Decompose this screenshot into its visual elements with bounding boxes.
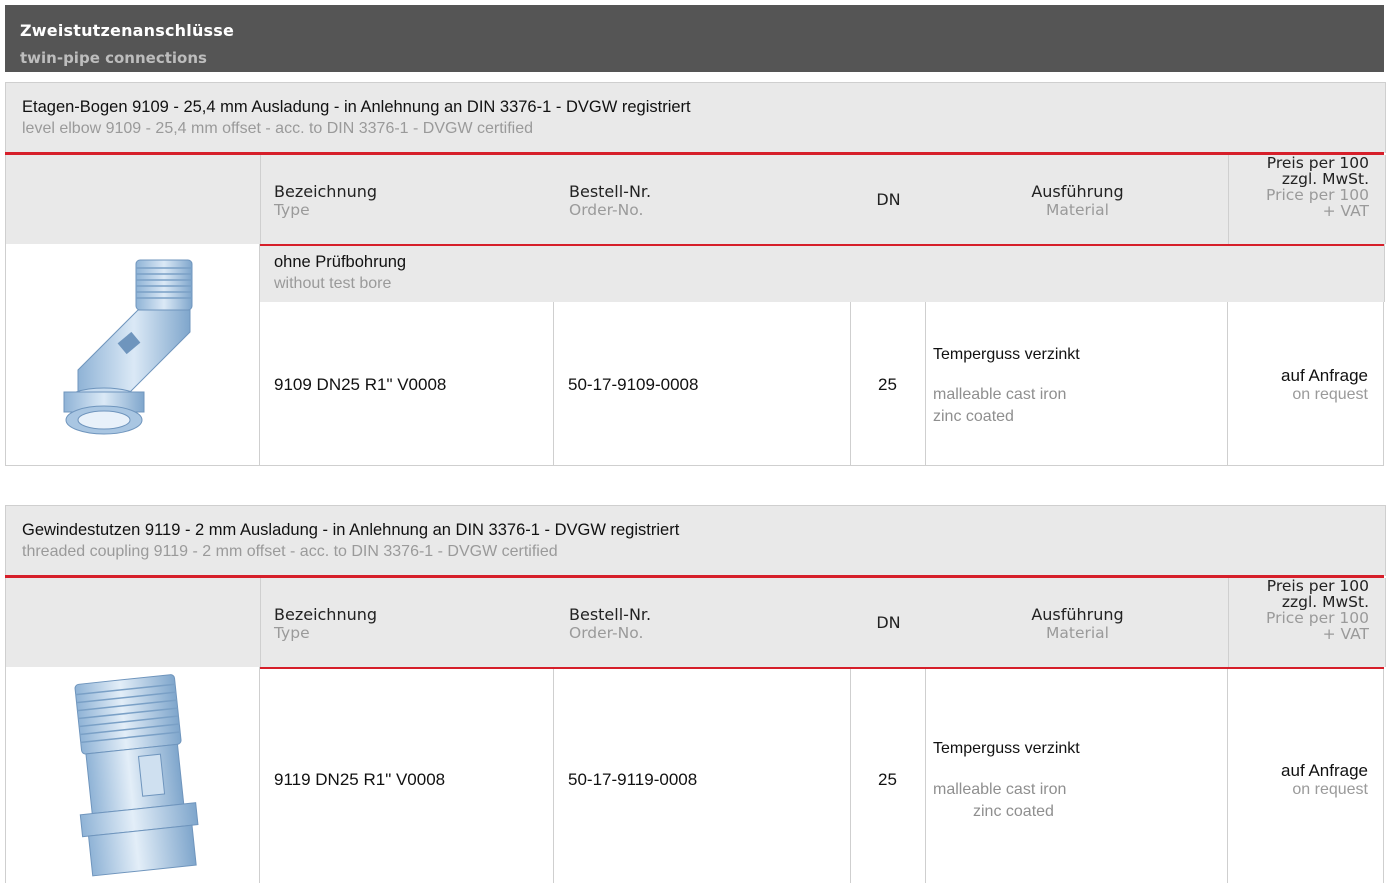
section-title-de: Etagen-Bogen 9109 - 25,4 mm Ausladung - … xyxy=(22,98,691,116)
divider xyxy=(553,302,554,466)
page-title: Zweistutzenanschlüsse xyxy=(20,21,235,40)
threaded-coupling-fitting-icon xyxy=(74,674,199,877)
col-order-no: Bestell-Nr. Order-No. xyxy=(569,605,652,642)
col-material: Ausführung Material xyxy=(1031,182,1124,219)
divider xyxy=(1227,667,1228,883)
price-de: auf Anfrage xyxy=(1281,366,1368,385)
subheading-en: without test bore xyxy=(274,275,392,292)
divider xyxy=(1228,578,1229,667)
type-value: 9119 DN25 R1" V0008 xyxy=(274,770,446,789)
product-section-9119: Gewindestutzen 9119 - 2 mm Ausladung - i… xyxy=(5,505,1386,883)
product-image-cell xyxy=(5,667,260,883)
col-dn: DN xyxy=(876,190,901,209)
col-material: Ausführung Material xyxy=(1031,605,1124,642)
section-title-de: Gewindestutzen 9119 - 2 mm Ausladung - i… xyxy=(22,521,680,539)
order-number: 50-17-9119-0008 xyxy=(568,770,698,789)
divider xyxy=(850,667,851,883)
price-en: on request xyxy=(1292,386,1368,403)
col-price: Preis per 100 zzgl. MwSt. Price per 100 … xyxy=(1266,154,1369,220)
material-en-line2: zinc coated xyxy=(973,803,1054,820)
row-top-rule xyxy=(260,667,1384,669)
material-de: Temperguss verzinkt xyxy=(933,740,1080,757)
section-title-en: level elbow 9109 - 25,4 mm offset - acc.… xyxy=(22,120,534,137)
material-en-line1: malleable cast iron xyxy=(933,781,1067,798)
divider xyxy=(553,667,554,883)
material-de: Temperguss verzinkt xyxy=(933,346,1080,363)
col-type: Bezeichnung Type xyxy=(274,182,378,219)
dn-value: 25 xyxy=(878,375,897,394)
col-order-no: Bestell-Nr. Order-No. xyxy=(569,182,652,219)
product-section-9109: Etagen-Bogen 9109 - 25,4 mm Ausladung - … xyxy=(5,82,1386,466)
page-subtitle: twin-pipe connections xyxy=(20,49,207,67)
price-en: on request xyxy=(1292,781,1368,798)
divider xyxy=(260,578,261,667)
column-header-row: Bezeichnung Type Bestell-Nr. Order-No. D… xyxy=(5,155,1386,244)
divider xyxy=(260,155,261,244)
subheading-top-rule xyxy=(260,244,1384,246)
divider xyxy=(1228,155,1229,244)
section-title: Etagen-Bogen 9109 - 25,4 mm Ausladung - … xyxy=(5,82,1386,153)
divider xyxy=(850,302,851,466)
col-dn: DN xyxy=(876,613,901,632)
material-en-line2: zinc coated xyxy=(933,408,1014,425)
order-number: 50-17-9109-0008 xyxy=(568,375,699,394)
divider xyxy=(259,244,260,466)
divider xyxy=(925,667,926,883)
section-title-en: threaded coupling 9119 - 2 mm offset - a… xyxy=(22,543,558,560)
product-image-cell xyxy=(5,244,260,466)
table-row: 9109 DN25 R1" V0008 50-17-9109-0008 25 T… xyxy=(260,302,1384,466)
subheading-row: ohne Prüfbohrung without test bore xyxy=(260,244,1385,302)
section-title: Gewindestutzen 9119 - 2 mm Ausladung - i… xyxy=(5,505,1386,576)
subheading-de: ohne Prüfbohrung xyxy=(274,253,407,271)
dn-value: 25 xyxy=(878,770,897,789)
column-header-row: Bezeichnung Type Bestell-Nr. Order-No. D… xyxy=(5,578,1386,667)
table-row: 9119 DN25 R1" V0008 50-17-9119-0008 25 T… xyxy=(260,667,1384,883)
col-type: Bezeichnung Type xyxy=(274,605,378,642)
divider xyxy=(925,302,926,466)
material-en-line1: malleable cast iron xyxy=(933,386,1067,403)
col-price: Preis per 100 zzgl. MwSt. Price per 100 … xyxy=(1266,577,1369,643)
type-value: 9109 DN25 R1" V0008 xyxy=(274,375,447,394)
page-header: Zweistutzenanschlüsse twin-pipe connecti… xyxy=(5,5,1384,72)
divider xyxy=(259,667,260,883)
level-elbow-fitting-icon xyxy=(63,259,193,435)
price-de: auf Anfrage xyxy=(1281,761,1368,780)
divider xyxy=(1227,302,1228,466)
